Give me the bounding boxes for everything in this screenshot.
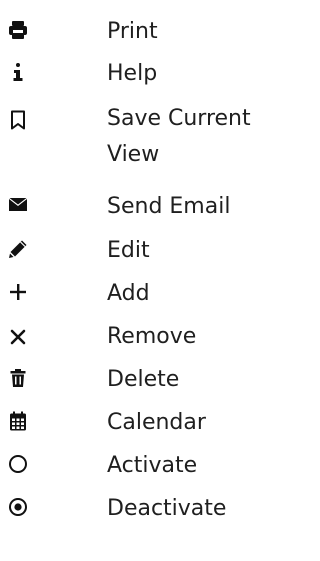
menu-item-calendar[interactable]: Calendar xyxy=(0,405,263,441)
menu-item-label: Help xyxy=(107,61,158,86)
menu-item-edit[interactable]: Edit xyxy=(0,233,263,269)
menu-item-add[interactable]: Add xyxy=(0,276,263,312)
radio-dot-icon xyxy=(8,497,28,517)
envelope-icon xyxy=(8,195,28,215)
menu-item-label: Send Email xyxy=(107,194,231,219)
menu-item-delete[interactable]: Delete xyxy=(0,362,263,398)
menu-item-remove[interactable]: Remove xyxy=(0,319,263,355)
menu-item-activate[interactable]: Activate xyxy=(0,448,263,484)
menu-item-deactivate[interactable]: Deactivate xyxy=(0,491,263,527)
menu-item-label: Save Current View xyxy=(107,106,251,167)
menu-item-label: Add xyxy=(107,281,150,306)
menu-item-print[interactable]: Print xyxy=(0,14,263,50)
menu-item-label: Activate xyxy=(107,453,198,478)
pencil-icon xyxy=(8,239,28,259)
menu-item-label: Delete xyxy=(107,367,180,392)
plus-icon xyxy=(8,282,28,302)
circle-icon xyxy=(8,454,28,474)
trash-icon xyxy=(8,368,28,388)
menu-item-label: Edit xyxy=(107,238,150,263)
menu-item-label: Calendar xyxy=(107,410,206,435)
action-menu: Print Help Save Current View Send Email xyxy=(0,0,263,561)
print-icon xyxy=(8,20,28,40)
calendar-icon xyxy=(8,411,28,431)
bookmark-icon xyxy=(8,110,28,130)
close-icon xyxy=(8,327,28,347)
menu-item-help[interactable]: Help xyxy=(0,56,263,92)
menu-item-send-email[interactable]: Send Email xyxy=(0,189,263,225)
menu-item-save-current-view[interactable]: Save Current View xyxy=(0,101,263,173)
info-icon xyxy=(8,62,28,82)
menu-item-label: Print xyxy=(107,19,158,44)
menu-item-label: Deactivate xyxy=(107,496,227,521)
menu-item-label: Remove xyxy=(107,324,197,349)
